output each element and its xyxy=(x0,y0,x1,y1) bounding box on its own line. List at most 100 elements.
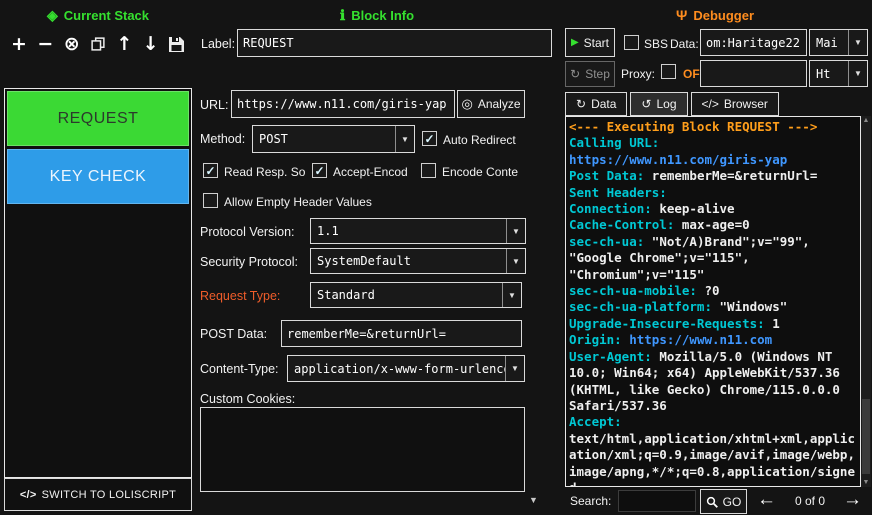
chevron-down-icon: ▼ xyxy=(506,249,525,273)
scroll-up-icon[interactable]: ▲ xyxy=(861,117,871,124)
proxy-type-dropdown[interactable]: Ht ▼ xyxy=(809,60,868,87)
previous-match-icon[interactable]: ← xyxy=(757,490,776,509)
protocol-version-dropdown[interactable]: 1.1 ▼ xyxy=(310,218,526,244)
accept-encoding-label: Accept-Encod xyxy=(333,165,408,179)
info-icon: ℹ xyxy=(340,7,345,24)
proxy-label: Proxy: xyxy=(621,67,655,81)
stacker-window: ◈ Current Stack ℹ Block Info Ψ Debugger … xyxy=(0,0,872,515)
post-data-label: POST Data: xyxy=(200,327,267,341)
data-input[interactable] xyxy=(700,29,807,56)
block-info-title: Block Info xyxy=(351,8,414,23)
encode-content-label: Encode Conte xyxy=(442,165,518,179)
scroll-down-icon[interactable]: ▼ xyxy=(861,479,871,486)
request-type-dropdown[interactable]: Standard ▼ xyxy=(310,282,522,308)
block-info-header: ℹ Block Info xyxy=(196,5,558,25)
code-icon: </> xyxy=(20,489,37,501)
tab-data[interactable]: ↻Data xyxy=(565,92,627,116)
chevron-down-icon: ▼ xyxy=(506,219,525,243)
start-button[interactable]: ▶ Start xyxy=(565,28,615,57)
delete-icon[interactable]: ⊗ xyxy=(60,35,84,54)
current-stack-header: ◈ Current Stack xyxy=(0,5,196,25)
move-up-icon[interactable]: ↑ xyxy=(112,35,136,54)
wordlist-type-dropdown[interactable]: Mai ▼ xyxy=(809,29,868,56)
stack-toolbar: +−⊗ ↑↓ xyxy=(4,27,192,61)
step-label: Step xyxy=(585,67,610,81)
read-response-label: Read Resp. So xyxy=(224,165,305,179)
proxy-checkbox[interactable] xyxy=(661,64,676,79)
stack-block-request[interactable]: REQUEST xyxy=(7,91,189,146)
match-counter: 0 of 0 xyxy=(781,494,839,508)
protocol-version-value: 1.1 xyxy=(311,224,506,238)
clone-icon[interactable] xyxy=(86,35,110,54)
switch-to-loliscript-button[interactable]: </> SWITCH TO LOLISCRIPT xyxy=(4,478,192,511)
search-input[interactable] xyxy=(618,490,696,512)
chevron-down-icon: ▼ xyxy=(395,126,414,152)
debugger-header: Ψ Debugger xyxy=(558,5,872,25)
step-button[interactable]: ↻ Step xyxy=(565,61,615,87)
log-line: <--- Executing Block REQUEST ---> xyxy=(569,119,857,135)
log-line: Post Data: rememberMe=&returnUrl= xyxy=(569,168,857,184)
debugger-tabs: ↻Data↺Log</>Browser xyxy=(565,92,779,116)
go-label: GO xyxy=(723,495,742,509)
allow-empty-header-checkbox[interactable] xyxy=(203,193,218,208)
log-scrollbar[interactable]: ▲ ▼ xyxy=(861,116,871,487)
read-response-checkbox[interactable] xyxy=(203,163,218,178)
history-icon: ↺ xyxy=(641,97,651,111)
add-icon[interactable]: + xyxy=(7,35,31,54)
log-line: User-Agent: Mozilla/5.0 (Windows NT 10.0… xyxy=(569,349,857,415)
log-line: Upgrade-Insecure-Requests: 1 xyxy=(569,316,857,332)
log-line: sec-ch-ua: "Not/A)Brand";v="99", "Google… xyxy=(569,234,857,283)
scroll-down-icon[interactable]: ▼ xyxy=(529,495,538,505)
content-type-label: Content-Type: xyxy=(200,362,279,376)
encode-content-checkbox[interactable] xyxy=(421,163,436,178)
stack-list: REQUESTKEY CHECK xyxy=(4,88,192,478)
proxy-type-value: Ht xyxy=(810,67,848,81)
remove-icon[interactable]: − xyxy=(33,35,57,54)
analyze-button[interactable]: ◎ Analyze xyxy=(457,90,525,118)
step-icon: ↻ xyxy=(570,67,580,81)
security-protocol-dropdown[interactable]: SystemDefault ▼ xyxy=(310,248,526,274)
label-input[interactable] xyxy=(237,29,552,57)
custom-cookies-textarea[interactable] xyxy=(200,407,525,492)
next-match-icon[interactable]: → xyxy=(843,490,862,509)
log-line: Connection: keep-alive xyxy=(569,201,857,217)
log-line: Sent Headers: xyxy=(569,185,857,201)
log-line: Origin: https://www.n11.com xyxy=(569,332,857,348)
sbs-checkbox[interactable] xyxy=(624,35,639,50)
log-line: Cache-Control: max-age=0 xyxy=(569,217,857,233)
analyze-icon: ◎ xyxy=(461,96,472,112)
code-icon: </> xyxy=(702,97,719,111)
tab-log[interactable]: ↺Log xyxy=(630,92,687,116)
url-input[interactable] xyxy=(231,90,455,118)
log-line: sec-ch-ua-mobile: ?0 xyxy=(569,283,857,299)
debugger-log[interactable]: <--- Executing Block REQUEST --->Calling… xyxy=(565,116,861,487)
custom-cookies-label: Custom Cookies: xyxy=(200,392,295,406)
switch-to-loliscript-label: SWITCH TO LOLISCRIPT xyxy=(42,489,177,501)
log-line: Calling URL: https://www.n11.com/giris-y… xyxy=(569,135,857,168)
tab-browser[interactable]: </>Browser xyxy=(691,92,779,116)
security-protocol-label: Security Protocol: xyxy=(200,255,298,269)
scrollbar-thumb[interactable] xyxy=(862,399,870,474)
chevron-down-icon: ▼ xyxy=(848,61,867,86)
url-field-label: URL: xyxy=(200,98,228,112)
proxy-input[interactable] xyxy=(700,60,807,87)
content-type-dropdown[interactable]: application/x-www-form-urlenco ▼ xyxy=(287,355,525,382)
data-field-label: Data: xyxy=(670,37,699,51)
search-label: Search: xyxy=(570,494,611,508)
post-data-input[interactable] xyxy=(281,320,522,347)
auto-redirect-checkbox[interactable] xyxy=(422,131,437,146)
save-icon[interactable] xyxy=(165,35,189,54)
chevron-down-icon: ▼ xyxy=(848,30,867,55)
move-down-icon[interactable]: ↓ xyxy=(139,35,163,54)
log-line: Accept: text/html,application/xhtml+xml,… xyxy=(569,414,857,487)
stack-block-key-check[interactable]: KEY CHECK xyxy=(7,149,189,204)
allow-empty-header-label: Allow Empty Header Values xyxy=(224,195,372,209)
method-dropdown[interactable]: POST ▼ xyxy=(252,125,415,153)
accept-encoding-checkbox[interactable] xyxy=(312,163,327,178)
auto-redirect-label: Auto Redirect xyxy=(443,133,516,147)
debugger-title: Debugger xyxy=(693,8,754,23)
stack-icon: ◈ xyxy=(47,7,58,24)
protocol-version-label: Protocol Version: xyxy=(200,225,295,239)
log-line: sec-ch-ua-platform: "Windows" xyxy=(569,299,857,315)
go-button[interactable]: GO xyxy=(700,489,747,514)
